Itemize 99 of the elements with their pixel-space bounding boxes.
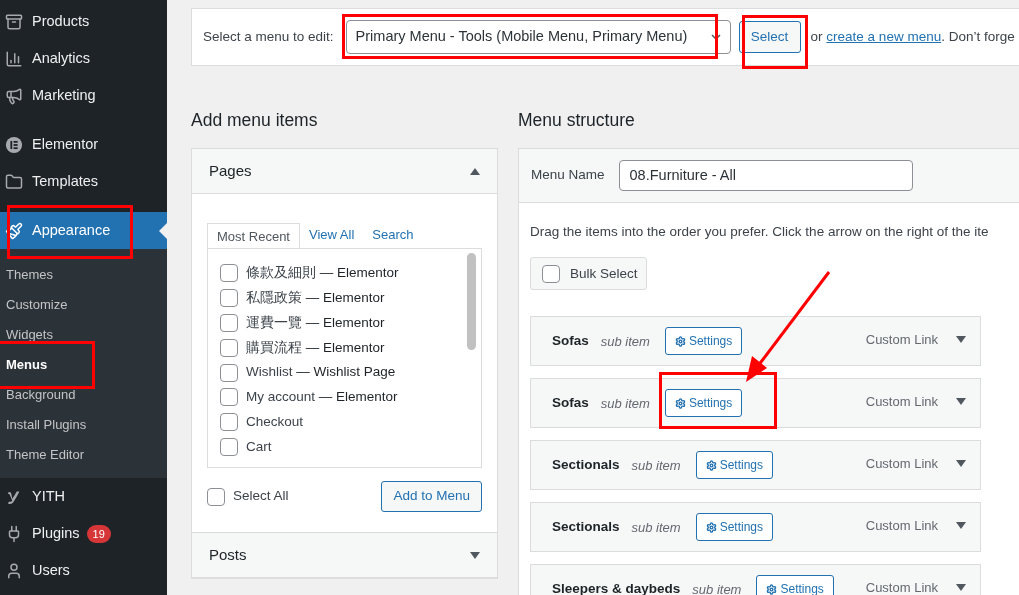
menu-item-bar[interactable]: Sectionals sub item Settings Custom Link (530, 502, 981, 553)
gear-icon (705, 459, 717, 471)
checkbox[interactable] (207, 487, 225, 506)
add-to-menu-button[interactable]: Add to Menu (381, 481, 482, 512)
sidebar-item[interactable]: Elementor (0, 126, 167, 163)
collapse-arrow-icon[interactable] (470, 167, 480, 175)
select-button[interactable]: Select (738, 21, 801, 53)
sidebar-item[interactable]: Users (0, 552, 167, 589)
submenu-item[interactable]: Theme Editor (0, 440, 167, 470)
checkbox[interactable] (220, 338, 238, 357)
expand-arrow-icon[interactable] (470, 551, 480, 559)
menu-item-subtitle: sub item (600, 332, 650, 351)
menu-name-field[interactable]: 08.Furniture - All (618, 160, 913, 191)
gear-icon (705, 521, 717, 533)
checkbox[interactable] (220, 289, 238, 308)
expand-arrow-icon[interactable] (956, 335, 966, 343)
item-type: Custom Link (865, 578, 938, 595)
settings-button[interactable]: Settings (756, 575, 834, 595)
item-type: Custom Link (865, 392, 938, 411)
submenu-item[interactable]: Background (0, 380, 167, 410)
checkbox[interactable] (220, 363, 238, 382)
page-name: 條款及細則 — Elementor (246, 264, 399, 283)
user-icon (5, 561, 23, 580)
tab[interactable]: View All (300, 222, 364, 248)
panel-header[interactable]: Pages (192, 149, 497, 194)
checkbox[interactable] (220, 264, 238, 283)
menu-item-title: Sofas (552, 394, 589, 413)
sidebar-item[interactable]: Products (0, 3, 167, 40)
create-menu-text: or create a new menu. Don’t forge (810, 27, 1015, 46)
item-type: Custom Link (865, 330, 938, 349)
menu-item-subtitle: sub item (600, 394, 650, 413)
expand-arrow-icon[interactable] (956, 521, 966, 529)
gear-icon (674, 335, 686, 347)
sidebar-item[interactable]: Plugins 19 (0, 515, 167, 552)
expand-arrow-icon[interactable] (956, 397, 966, 405)
settings-button[interactable]: Settings (695, 513, 774, 542)
chevron-down-icon (710, 32, 721, 42)
tab[interactable]: Search (363, 222, 423, 248)
submenu-item[interactable]: Menus (0, 350, 167, 380)
menu-item-subtitle: sub item (631, 456, 681, 475)
page-name: 運費一覽 — Elementor (246, 313, 385, 332)
settings-button[interactable]: Settings (695, 451, 774, 480)
select-all-label: Select All (233, 487, 289, 506)
bar-chart-icon (5, 49, 23, 68)
elementor-icon (5, 135, 23, 154)
section-title: Add menu items (191, 109, 319, 132)
submenu-item[interactable]: Widgets (0, 320, 167, 350)
count-badge: 19 (86, 524, 111, 543)
gear-icon (766, 583, 778, 595)
checkbox[interactable] (220, 314, 238, 332)
sidebar-item[interactable]: Marketing (0, 77, 167, 114)
section-title: Menu structure (518, 109, 636, 132)
highlight-frame (742, 15, 808, 69)
menu-item-subtitle: sub item (692, 580, 742, 595)
page-name: Wishlist — Wishlist Page (246, 363, 396, 382)
page-name: Cart (246, 437, 272, 456)
folder-icon (5, 172, 23, 191)
page-name: Checkout (246, 413, 304, 432)
submenu-item[interactable]: Customize (0, 290, 167, 320)
checkbox[interactable] (542, 264, 560, 283)
instructions-text: Drag the items into the order you prefer. Click the arrow on the right of the ite (530, 223, 990, 241)
settings-button[interactable]: Settings (664, 389, 743, 418)
expand-arrow-icon[interactable] (956, 583, 966, 591)
panel-header[interactable]: Posts (192, 533, 497, 578)
checkbox[interactable] (220, 413, 238, 432)
page-name: My account — Elementor (246, 388, 398, 407)
menu-item-title: Sectionals (552, 456, 620, 475)
gear-icon (674, 397, 686, 409)
megaphone-icon (5, 86, 23, 105)
submenu-item[interactable]: Themes (0, 260, 167, 290)
menu-item-title: Sleepers & daybeds (552, 580, 681, 595)
menu-item-bar[interactable]: Sofas sub item Settings Custom Link (530, 378, 981, 429)
menu-item-bar[interactable]: Sofas sub item Settings Custom Link (530, 316, 981, 367)
submenu-item[interactable]: Install Plugins (0, 410, 167, 440)
menu-name-label: Menu Name (531, 166, 605, 185)
tab[interactable]: Most Recent (207, 223, 300, 249)
settings-button[interactable]: Settings (664, 327, 743, 356)
page-name: 購買流程 — Elementor (246, 338, 385, 357)
current-pointer-icon (159, 222, 167, 239)
item-type: Custom Link (865, 454, 938, 473)
menu-item-title: Sofas (552, 332, 589, 351)
menu-select[interactable]: Primary Menu - Tools (Mobile Menu, Primary Menu) (345, 20, 731, 54)
archive-icon (5, 12, 23, 31)
menu-item-bar[interactable]: Sectionals sub item Settings Custom Link (530, 440, 981, 491)
sidebar-item[interactable]: Appearance (0, 212, 167, 249)
menu-item-subtitle: sub item (631, 518, 681, 537)
item-type: Custom Link (865, 516, 938, 535)
page-name: 私隱政策 — Elementor (246, 289, 385, 308)
menu-picker-label: Select a menu to edit: (203, 27, 334, 46)
sidebar-item[interactable]: Analytics (0, 40, 167, 77)
expand-arrow-icon[interactable] (956, 459, 966, 467)
paintbrush-icon (5, 221, 23, 240)
menu-item-bar[interactable]: Sleepers & daybeds sub item Settings Custom Link (530, 564, 981, 595)
sidebar-item[interactable]: YITH (0, 478, 167, 515)
checkbox[interactable] (220, 388, 238, 407)
checkbox[interactable] (220, 437, 238, 456)
sidebar-item[interactable]: Templates (0, 163, 167, 200)
menu-item-title: Sectionals (552, 518, 620, 537)
bulk-select-button[interactable]: Bulk Select (530, 257, 647, 291)
